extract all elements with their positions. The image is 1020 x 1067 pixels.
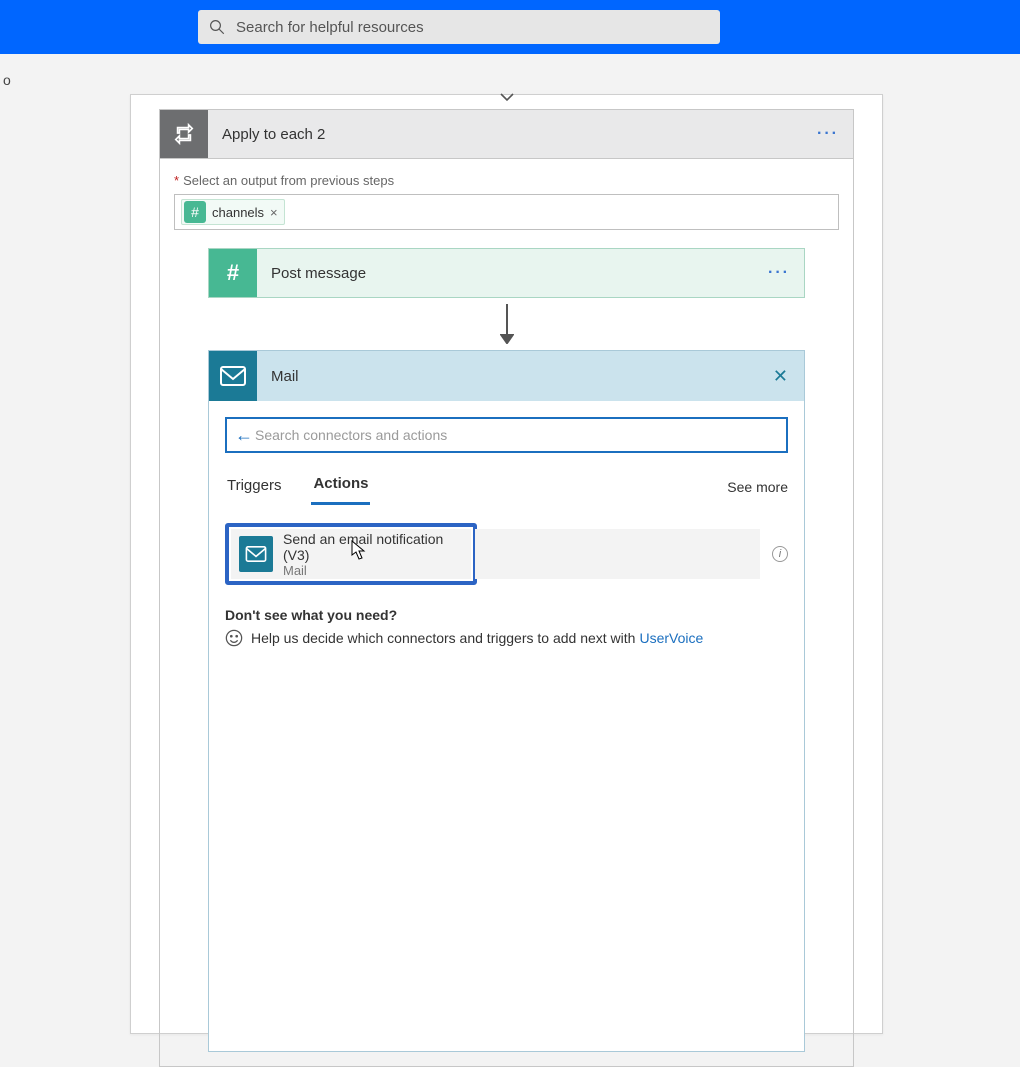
mail-connector-panel: Mail ✕ ← Triggers Actions See more — [208, 350, 805, 1052]
connector-arrow-mid — [174, 298, 839, 350]
post-message-card[interactable]: # Post message ··· — [208, 248, 805, 298]
post-message-title: Post message — [257, 265, 754, 282]
token-remove-button[interactable]: × — [270, 205, 278, 220]
dynamic-token-channels[interactable]: # channels × — [181, 199, 285, 225]
truncated-text: o — [3, 72, 11, 88]
action-item-highlight: Send an email notification (V3) Mail — [225, 523, 477, 585]
back-arrow-icon[interactable]: ← — [233, 425, 255, 446]
hash-icon: # — [184, 201, 206, 223]
tab-actions[interactable]: Actions — [311, 469, 370, 505]
action-title: Send an email notification (V3) — [283, 531, 463, 563]
connector-search[interactable]: ← — [225, 417, 788, 453]
action-send-email[interactable]: Send an email notification (V3) Mail — [231, 529, 471, 579]
footer-note: Don't see what you need? Help us decide … — [225, 607, 788, 647]
token-label: channels — [212, 205, 264, 220]
foreach-menu-button[interactable]: ··· — [803, 125, 853, 143]
output-field[interactable]: # channels × — [174, 194, 839, 230]
post-message-menu-button[interactable]: ··· — [754, 264, 804, 282]
global-search[interactable] — [198, 10, 720, 44]
global-search-input[interactable] — [236, 19, 710, 36]
search-icon — [208, 18, 226, 36]
mail-icon — [239, 536, 273, 572]
designer-canvas: Apply to each 2 ··· *Select an output fr… — [130, 94, 883, 1034]
foreach-body: *Select an output from previous steps # … — [159, 159, 854, 1067]
top-bar — [0, 0, 1020, 54]
see-more-link[interactable]: See more — [727, 479, 788, 495]
uservoice-link[interactable]: UserVoice — [639, 630, 703, 646]
action-connector-label: Mail — [283, 563, 463, 578]
close-icon[interactable]: ✕ — [757, 366, 804, 387]
output-field-label: *Select an output from previous steps — [174, 173, 839, 188]
connector-search-input[interactable] — [255, 427, 780, 443]
foreach-icon — [160, 110, 208, 158]
mail-panel-body: ← Triggers Actions See more — [209, 401, 804, 1051]
connector-arrow-top — [131, 89, 882, 105]
tab-triggers[interactable]: Triggers — [225, 471, 283, 504]
mail-panel-header[interactable]: Mail ✕ — [209, 351, 804, 401]
connector-tabs: Triggers Actions See more — [225, 469, 788, 505]
info-icon[interactable]: i — [772, 546, 788, 562]
help-text: Help us decide which connectors and trig… — [251, 630, 635, 646]
need-question: Don't see what you need? — [225, 607, 788, 623]
action-row: Send an email notification (V3) Mail i — [225, 523, 788, 585]
mail-panel-title: Mail — [257, 368, 757, 385]
mail-icon — [209, 351, 257, 401]
foreach-title: Apply to each 2 — [208, 126, 803, 143]
action-text: Send an email notification (V3) Mail — [283, 531, 463, 578]
smile-icon — [225, 629, 243, 647]
slack-icon: # — [209, 249, 257, 297]
foreach-card-header[interactable]: Apply to each 2 ··· — [159, 109, 854, 159]
